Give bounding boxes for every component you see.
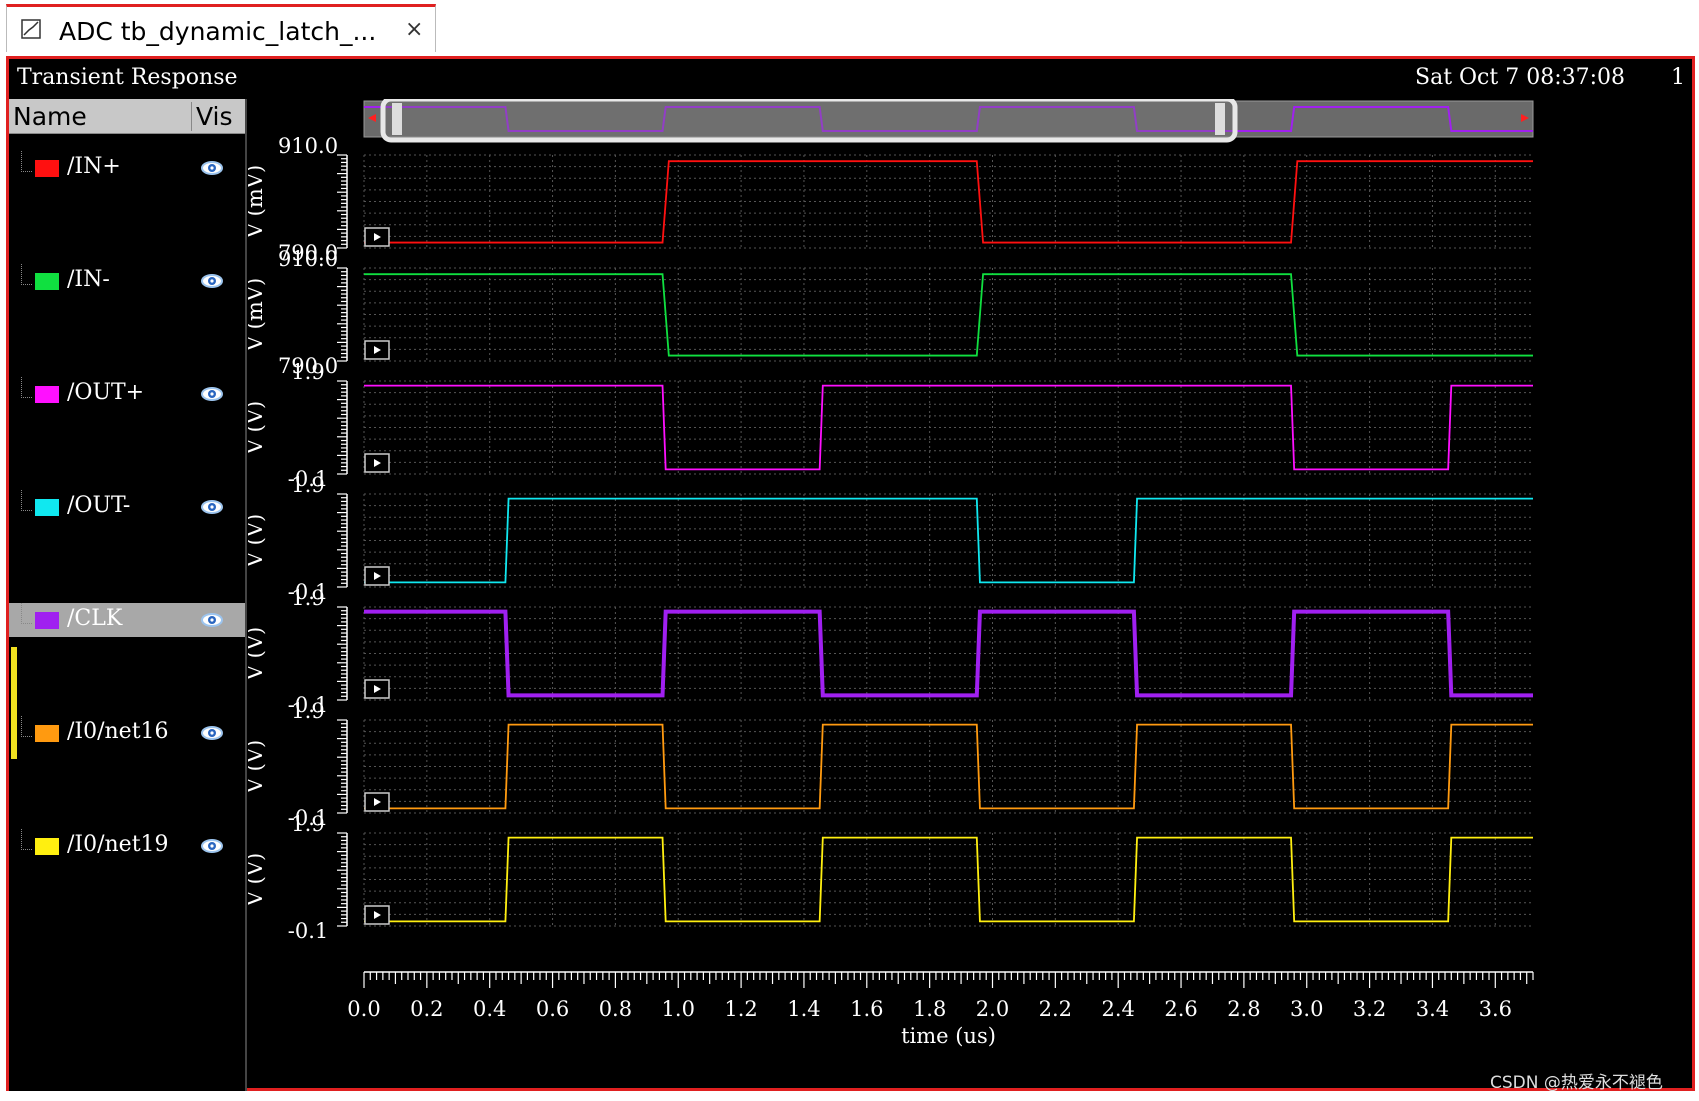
x-tick-label: 3.2 [1353, 997, 1386, 1021]
x-tick-label: 1.6 [850, 997, 883, 1021]
x-tick-label: 2.6 [1164, 997, 1197, 1021]
close-icon[interactable]: × [405, 17, 423, 42]
y-axis-label: V (V) [248, 627, 267, 681]
tab-title: ADC tb_dynamic_latch_... [59, 17, 377, 46]
y-max-label: 910.0 [278, 134, 338, 158]
column-vis-header[interactable]: Vis [191, 102, 233, 131]
signal-label: /OUT+ [67, 380, 145, 405]
plot-title: Transient Response [17, 65, 238, 90]
tree-connector [21, 264, 32, 285]
y-min-label: -0.1 [288, 919, 329, 943]
x-tick-label: 1.4 [787, 997, 820, 1021]
signal-row[interactable]: /I0/net19 [9, 829, 245, 863]
color-swatch [35, 838, 59, 855]
x-tick-label: 1.0 [662, 997, 695, 1021]
signal-list-panel: Name Vis /IN+ /IN- /OUT+ /OUT- /CLK/I0/net16… [9, 99, 247, 1091]
left-handle[interactable] [392, 103, 402, 135]
color-swatch [35, 273, 59, 290]
signal-list-header: Name Vis [9, 99, 245, 134]
x-tick-label: 0.2 [410, 997, 443, 1021]
color-swatch [35, 612, 59, 629]
signal-label: /I0/net19 [67, 832, 169, 857]
signal-row[interactable]: /I0/net16 [9, 716, 245, 750]
y-axis-label: V (V) [248, 853, 267, 907]
x-tick-label: 1.2 [724, 997, 757, 1021]
x-tick-label: 3.6 [1479, 997, 1512, 1021]
waveform-plot[interactable]: 910.0790.0V (mV)910.0790.0V (mV)1.9-0.1V… [248, 99, 1692, 1091]
y-axis-label: V (V) [248, 401, 267, 455]
y-max-label: 1.9 [291, 360, 324, 384]
y-axis-label: V (V) [248, 740, 267, 794]
color-swatch [35, 386, 59, 403]
color-swatch [35, 160, 59, 177]
window-header: Transient Response Sat Oct 7 08:37:08 1 [9, 59, 1692, 99]
x-tick-label: 3.4 [1416, 997, 1449, 1021]
eye-icon[interactable] [199, 722, 225, 744]
tree-connector [21, 716, 32, 737]
x-tick-label: 1.8 [913, 997, 946, 1021]
x-tick-label: 2.4 [1101, 997, 1134, 1021]
signal-row[interactable]: /CLK [9, 603, 245, 637]
y-max-label: 1.9 [291, 586, 324, 610]
plot-date: Sat Oct 7 08:37:08 [1415, 65, 1626, 90]
y-max-label: 1.9 [291, 699, 324, 723]
waveform-window: Transient Response Sat Oct 7 08:37:08 1 … [6, 56, 1695, 1091]
signal-row[interactable]: /OUT+ [9, 377, 245, 411]
right-handle[interactable] [1215, 103, 1225, 135]
eye-icon[interactable] [199, 383, 225, 405]
color-swatch [35, 499, 59, 516]
signal-label: /CLK [67, 606, 123, 631]
tree-connector [21, 151, 32, 172]
selection-indicator [11, 647, 17, 759]
tree-connector [21, 603, 32, 624]
x-axis-label: time (us) [901, 1024, 996, 1048]
x-tick-label: 0.0 [347, 997, 380, 1021]
tree-connector [21, 829, 32, 850]
tab-waveform[interactable]: ADC tb_dynamic_latch_... × [6, 4, 436, 52]
signal-row[interactable]: /IN+ [9, 151, 245, 185]
page-number: 1 [1671, 65, 1685, 90]
y-max-label: 1.9 [291, 812, 324, 836]
eye-icon[interactable] [199, 835, 225, 857]
x-tick-label: 2.8 [1227, 997, 1260, 1021]
signal-label: /IN- [67, 267, 110, 292]
column-name-header[interactable]: Name [13, 102, 87, 131]
signal-label: /OUT- [67, 493, 131, 518]
x-tick-label: 0.6 [536, 997, 569, 1021]
y-axis-label: V (mV) [248, 165, 267, 239]
color-swatch [35, 725, 59, 742]
x-tick-label: 3.0 [1290, 997, 1323, 1021]
eye-icon[interactable] [199, 496, 225, 518]
overview-window[interactable] [380, 99, 1238, 143]
eye-icon[interactable] [199, 609, 225, 631]
signal-row[interactable]: /IN- [9, 264, 245, 298]
y-axis-label: V (mV) [248, 278, 267, 352]
eye-icon[interactable] [199, 270, 225, 292]
waveform-icon [21, 19, 41, 39]
tab-bar: ADC tb_dynamic_latch_... × [0, 0, 1699, 54]
signal-label: /I0/net16 [67, 719, 169, 744]
tree-connector [21, 490, 32, 511]
signal-label: /IN+ [67, 154, 121, 179]
signal-row[interactable]: /OUT- [9, 490, 245, 524]
watermark: CSDN @热爱永不褪色 [1490, 1073, 1663, 1093]
y-max-label: 910.0 [278, 247, 338, 271]
y-axis-label: V (V) [248, 514, 267, 568]
y-max-label: 1.9 [291, 473, 324, 497]
x-tick-label: 0.8 [599, 997, 632, 1021]
x-tick-label: 2.2 [1039, 997, 1072, 1021]
tree-connector [21, 377, 32, 398]
x-tick-label: 0.4 [473, 997, 506, 1021]
x-tick-label: 2.0 [976, 997, 1009, 1021]
eye-icon[interactable] [199, 157, 225, 179]
